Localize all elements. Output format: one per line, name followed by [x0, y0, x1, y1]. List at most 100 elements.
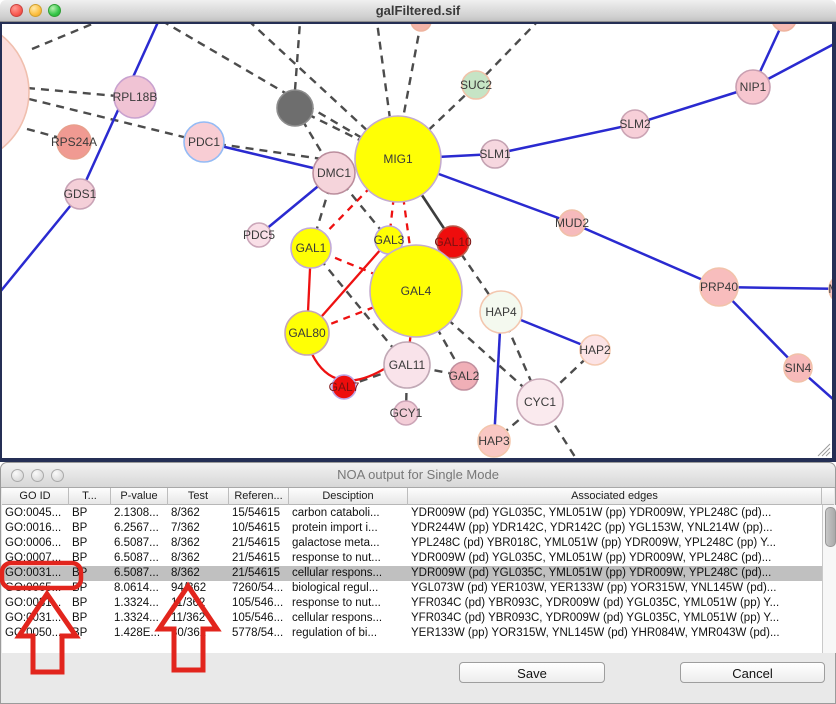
table-row[interactable]: GO:0007...BP6.5087...8/36221/54615respon… — [2, 551, 822, 566]
node-label: GAL7 — [329, 380, 360, 394]
cell-pvalue: 2.1308... — [111, 506, 168, 521]
table-body: GO:0045...BP2.1308...8/36215/54615carbon… — [2, 505, 822, 653]
cell-edges: YPL248C (pd) YBR018C, YML051W (pp) YDR00… — [408, 536, 822, 551]
cell-test: 8/362 — [168, 551, 229, 566]
table-row[interactable]: GO:0045...BP2.1308...8/36215/54615carbon… — [2, 506, 822, 521]
node-label: NIP1 — [740, 80, 767, 94]
cell-desc: galactose meta... — [289, 536, 408, 551]
edge-blue — [2, 194, 80, 292]
node-top-partial-node[interactable] — [411, 24, 431, 31]
table-row[interactable]: GO:0031...BP6.5087...8/36221/54615cellul… — [2, 566, 822, 581]
noa-output-window: NOA output for Single Mode GO IDT...P-va… — [0, 462, 836, 704]
edge-grip — [822, 448, 830, 456]
edge-grip — [826, 452, 830, 456]
cell-goid: GO:0065... — [2, 581, 69, 596]
cell-goid: GO:0007... — [2, 551, 69, 566]
table-row[interactable]: GO:0031...BP1.3324...11/362105/546...cel… — [2, 611, 822, 626]
cell-edges: YGL073W (pd) YER103W, YER133W (pp) YOR31… — [408, 581, 822, 596]
cell-pvalue: 6.5087... — [111, 551, 168, 566]
table-row[interactable]: GO:0065...BP8.0614...94/3627260/54...bio… — [2, 581, 822, 596]
save-button[interactable]: Save — [459, 662, 605, 683]
cell-test: 11/362 — [168, 596, 229, 611]
node-label: HAP4 — [485, 305, 517, 319]
network-window: galFiltered.sif RPL18BRPS24AGDS1PDC1DMC1… — [0, 0, 836, 462]
column-header-pvalue[interactable]: P-value — [111, 488, 168, 505]
node-label: HAP2 — [579, 343, 611, 357]
node-top-right-partial-node[interactable] — [772, 24, 796, 31]
cell-test: 8/362 — [168, 506, 229, 521]
cell-test: 80/362 — [168, 626, 229, 641]
edge-blue — [635, 87, 753, 124]
cell-pvalue: 1.3324... — [111, 596, 168, 611]
cell-pvalue: 1.3324... — [111, 611, 168, 626]
cell-t: BP — [69, 551, 111, 566]
cell-goid: GO:0031... — [2, 596, 69, 611]
table-row[interactable]: GO:0031...BP1.3324...11/362105/546...res… — [2, 596, 822, 611]
cell-edges: YDR009W (pd) YGL035C, YML051W (pp) YDR00… — [408, 506, 822, 521]
cell-edges: YFR034C (pd) YBR093C, YDR009W (pd) YGL03… — [408, 596, 822, 611]
network-graph: RPL18BRPS24AGDS1PDC1DMC1MIG1SLM1SLM2NIP1… — [2, 24, 832, 458]
edge-gray-dash — [401, 24, 421, 129]
cell-desc: response to nut... — [289, 596, 408, 611]
network-canvas[interactable]: RPL18BRPS24AGDS1PDC1DMC1MIG1SLM1SLM2NIP1… — [0, 22, 836, 462]
node-label: MUD2 — [555, 216, 589, 230]
cell-ref: 21/54615 — [229, 551, 289, 566]
window-title: galFiltered.sif — [0, 3, 836, 18]
node-label: MIG1 — [383, 152, 413, 166]
cancel-button[interactable]: Cancel — [680, 662, 825, 683]
cell-test: 94/362 — [168, 581, 229, 596]
cell-ref: 7260/54... — [229, 581, 289, 596]
cell-pvalue: 6.2567... — [111, 521, 168, 536]
node-gray-node[interactable] — [277, 90, 313, 126]
network-window-titlebar[interactable]: galFiltered.sif — [0, 0, 836, 22]
column-header-desc[interactable]: Desciption — [289, 488, 408, 505]
cell-desc: regulation of bi... — [289, 626, 408, 641]
cell-ref: 15/54615 — [229, 506, 289, 521]
edge-gray-dash — [27, 88, 117, 96]
node-label: GAL1 — [296, 241, 327, 255]
node-label: RPL18B — [113, 90, 158, 104]
node-label: DMC1 — [317, 166, 351, 180]
vertical-scrollbar[interactable] — [822, 505, 836, 653]
noa-window-title: NOA output for Single Mode — [1, 467, 835, 482]
table-header: GO IDT...P-valueTestReferen...Desciption… — [2, 488, 834, 505]
cell-test: 11/362 — [168, 611, 229, 626]
column-header-t[interactable]: T... — [69, 488, 111, 505]
screen: galFiltered.sif RPL18BRPS24AGDS1PDC1DMC1… — [0, 0, 836, 704]
noa-window-titlebar[interactable]: NOA output for Single Mode — [1, 463, 835, 488]
node-label: GAL4 — [401, 284, 432, 298]
cell-ref: 5778/54... — [229, 626, 289, 641]
node-label: GAL2 — [449, 369, 480, 383]
node-label: GAL10 — [434, 235, 472, 249]
cell-ref: 10/54615 — [229, 521, 289, 536]
cell-t: BP — [69, 506, 111, 521]
table-row[interactable]: GO:0006...BP6.5087...8/36221/54615galact… — [2, 536, 822, 551]
edge-blue — [572, 223, 719, 287]
node-label: SUC2 — [460, 78, 492, 92]
table-row[interactable]: GO:0016...BP6.2567...7/36210/54615protei… — [2, 521, 822, 536]
table-row[interactable]: GO:0050...BP1.428E...80/3625778/54...reg… — [2, 626, 822, 641]
node-label: PRP40 — [700, 280, 738, 294]
cell-desc: cellular respons... — [289, 611, 408, 626]
column-header-ref[interactable]: Referen... — [229, 488, 289, 505]
cell-desc: biological regul... — [289, 581, 408, 596]
node-label: MSL1 — [828, 282, 832, 296]
node-label: GAL11 — [389, 358, 426, 372]
cell-t: BP — [69, 566, 111, 581]
cell-goid: GO:0031... — [2, 611, 69, 626]
node-large-left-node[interactable] — [2, 24, 29, 164]
cell-test: 8/362 — [168, 566, 229, 581]
cell-t: BP — [69, 611, 111, 626]
node-label: CYC1 — [524, 395, 556, 409]
cell-goid: GO:0031... — [2, 566, 69, 581]
column-header-goid[interactable]: GO ID — [2, 488, 69, 505]
cell-ref: 21/54615 — [229, 536, 289, 551]
column-header-test[interactable]: Test — [168, 488, 229, 505]
cell-pvalue: 6.5087... — [111, 536, 168, 551]
node-label: SLM2 — [619, 117, 651, 131]
cell-edges: YER133W (pp) YOR315W, YNL145W (pd) YHR08… — [408, 626, 822, 641]
scrollbar-thumb[interactable] — [825, 507, 836, 547]
node-label: SLM1 — [479, 147, 511, 161]
column-header-edges[interactable]: Associated edges — [408, 488, 822, 505]
cell-ref: 105/546... — [229, 611, 289, 626]
